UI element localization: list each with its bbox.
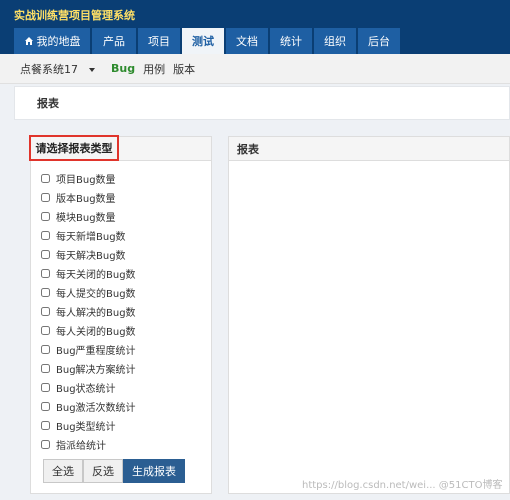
nav-tab-label: 统计 <box>280 35 302 48</box>
report-panel: 报表 <box>228 136 510 494</box>
list-item[interactable]: Bug激活次数统计 <box>41 397 136 416</box>
list-item[interactable]: Bug状态统计 <box>41 378 136 397</box>
button-group: 全选 反选 生成报表 <box>43 459 185 483</box>
list-item[interactable]: 项目Bug数量 <box>41 169 136 188</box>
list-item[interactable]: 每人关闭的Bug数 <box>41 321 136 340</box>
list-item[interactable]: 每人解决的Bug数 <box>41 302 136 321</box>
nav-tab-my[interactable]: 我的地盘 <box>14 28 90 54</box>
checkbox-label: 版本Bug数量 <box>56 194 116 205</box>
checkbox-label: Bug状态统计 <box>56 384 116 395</box>
checkbox[interactable] <box>41 364 50 373</box>
checkbox[interactable] <box>41 345 50 354</box>
list-item[interactable]: 版本Bug数量 <box>41 188 136 207</box>
subnav-version[interactable]: 版本 <box>173 61 195 77</box>
chevron-down-icon <box>89 67 95 72</box>
list-item[interactable]: 模块Bug数量 <box>41 207 136 226</box>
nav-tab-label: 测试 <box>192 35 214 48</box>
nav-tab-label: 我的地盘 <box>36 35 81 48</box>
nav-tab-stats[interactable]: 统计 <box>270 28 312 54</box>
checkbox[interactable] <box>41 440 50 449</box>
list-item[interactable]: 指派给统计 <box>41 435 136 454</box>
nav-tab-product[interactable]: 产品 <box>92 28 136 54</box>
report-type-list: 项目Bug数量 版本Bug数量 模块Bug数量 每天新增Bug数 每天解决Bug… <box>41 169 136 454</box>
nav-tab-label: 文档 <box>236 35 258 48</box>
list-item[interactable]: Bug严重程度统计 <box>41 340 136 359</box>
list-item[interactable]: 每天关闭的Bug数 <box>41 264 136 283</box>
checkbox[interactable] <box>41 212 50 221</box>
nav-tab-org[interactable]: 组织 <box>314 28 356 54</box>
home-icon <box>24 37 33 45</box>
checkbox-label: 指派给统计 <box>56 441 106 452</box>
top-bar: 实战训练营项目管理系统 我的地盘 产品 项目 测试 文档 统计 组织 后台 <box>0 0 510 54</box>
nav-tab-label: 项目 <box>148 35 170 48</box>
checkbox-label: 每人提交的Bug数 <box>56 289 136 300</box>
select-all-button[interactable]: 全选 <box>43 459 83 483</box>
app-title: 实战训练营项目管理系统 <box>14 9 135 22</box>
checkbox-label: 每天关闭的Bug数 <box>56 270 136 281</box>
nav-tab-admin[interactable]: 后台 <box>358 28 400 54</box>
nav-tab-label: 后台 <box>368 35 390 48</box>
list-item[interactable]: 每天解决Bug数 <box>41 245 136 264</box>
checkbox[interactable] <box>41 307 50 316</box>
checkbox-label: 每人解决的Bug数 <box>56 308 136 319</box>
nav-tab-project[interactable]: 项目 <box>138 28 180 54</box>
subnav-bug[interactable]: Bug <box>111 62 135 75</box>
report-panel-title: 报表 <box>229 137 509 161</box>
page-title: 报表 <box>14 86 510 120</box>
checkbox-label: Bug严重程度统计 <box>56 346 136 357</box>
watermark: https://blog.csdn.net/wei... @51CTO博客 <box>302 480 503 491</box>
checkbox-label: Bug类型统计 <box>56 422 116 433</box>
invert-selection-button[interactable]: 反选 <box>83 459 123 483</box>
checkbox-label: 每天新增Bug数 <box>56 232 126 243</box>
checkbox-label: Bug激活次数统计 <box>56 403 136 414</box>
nav-tab-label: 组织 <box>324 35 346 48</box>
checkbox[interactable] <box>41 269 50 278</box>
checkbox[interactable] <box>41 402 50 411</box>
checkbox-label: Bug解决方案统计 <box>56 365 136 376</box>
product-name: 点餐系统17 <box>20 62 78 76</box>
checkbox-label: 模块Bug数量 <box>56 213 116 224</box>
checkbox[interactable] <box>41 288 50 297</box>
list-item[interactable]: 每天新增Bug数 <box>41 226 136 245</box>
nav-tab-label: 产品 <box>103 35 125 48</box>
generate-report-button[interactable]: 生成报表 <box>123 459 185 483</box>
checkbox[interactable] <box>41 250 50 259</box>
product-switcher[interactable]: 点餐系统17 <box>20 61 103 77</box>
checkbox[interactable] <box>41 231 50 240</box>
list-item[interactable]: Bug类型统计 <box>41 416 136 435</box>
sub-nav: 点餐系统17 Bug 用例 版本 <box>0 54 510 84</box>
checkbox[interactable] <box>41 193 50 202</box>
main-nav: 我的地盘 产品 项目 测试 文档 统计 组织 后台 <box>14 28 402 54</box>
report-type-title: 请选择报表类型 <box>29 135 119 161</box>
nav-tab-doc[interactable]: 文档 <box>226 28 268 54</box>
checkbox-label: 每人关闭的Bug数 <box>56 327 136 338</box>
checkbox[interactable] <box>41 383 50 392</box>
checkbox[interactable] <box>41 326 50 335</box>
list-item[interactable]: 每人提交的Bug数 <box>41 283 136 302</box>
subnav-case[interactable]: 用例 <box>143 61 165 77</box>
checkbox-label: 项目Bug数量 <box>56 175 116 186</box>
checkbox[interactable] <box>41 174 50 183</box>
checkbox[interactable] <box>41 421 50 430</box>
nav-tab-test[interactable]: 测试 <box>182 28 224 54</box>
checkbox-label: 每天解决Bug数 <box>56 251 126 262</box>
list-item[interactable]: Bug解决方案统计 <box>41 359 136 378</box>
